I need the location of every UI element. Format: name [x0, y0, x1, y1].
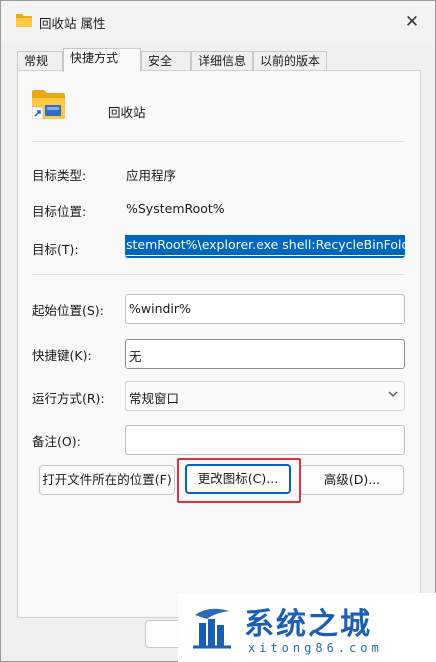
- change-icon-button[interactable]: 更改图标(C)...: [185, 464, 291, 494]
- watermark: 系统之城 xitong86.com: [178, 593, 436, 662]
- advanced-button[interactable]: 高级(D)...: [300, 465, 404, 495]
- open-file-location-button[interactable]: 打开文件所在的位置(F): [39, 465, 175, 495]
- target-label: 目标(T):: [32, 242, 79, 257]
- target-location-label: 目标位置:: [32, 204, 87, 219]
- tab-shortcut[interactable]: 快捷方式: [63, 48, 141, 72]
- open-file-location-label: 打开文件所在的位置(F): [42, 472, 172, 487]
- close-button[interactable]: ✕: [401, 11, 423, 33]
- target-location-value: %SystemRoot%: [126, 201, 225, 216]
- site-logo-icon: [193, 608, 231, 649]
- shortcut-panel: 回收站 目标类型: 应用程序 目标位置: %SystemRoot% 目标(T):…: [17, 70, 421, 618]
- properties-window: 回收站 属性 ✕ 常规 快捷方式 安全 详细信息 以前的版本 回收站 目标类型:…: [0, 0, 436, 662]
- watermark-url: xitong86.com: [248, 641, 383, 655]
- change-icon-label: 更改图标(C)...: [197, 471, 279, 486]
- advanced-label: 高级(D)...: [323, 472, 381, 487]
- target-type-label: 目标类型:: [32, 168, 87, 183]
- start-in-input[interactable]: %windir%: [125, 294, 405, 324]
- target-type-value: 应用程序: [126, 168, 177, 183]
- shortcut-name: 回收站: [108, 105, 146, 120]
- start-in-label: 起始位置(S):: [32, 303, 104, 318]
- close-icon: ✕: [404, 12, 420, 32]
- target-input[interactable]: stemRoot%\explorer.exe shell:RecycleBinF…: [125, 232, 405, 258]
- recycle-bin-shortcut-icon: [32, 90, 65, 119]
- watermark-title: 系统之城: [244, 607, 372, 642]
- target-input-selected-text: stemRoot%\explorer.exe shell:RecycleBinF…: [125, 235, 405, 255]
- tab-previous-versions[interactable]: 以前的版本: [253, 51, 327, 71]
- title-bar[interactable]: 回收站 属性 ✕: [1, 1, 435, 43]
- run-select[interactable]: 常规窗口: [125, 381, 405, 411]
- tab-security[interactable]: 安全: [141, 51, 191, 71]
- run-label: 运行方式(R):: [32, 391, 105, 406]
- separator: [32, 274, 404, 275]
- comment-label: 备注(O):: [32, 434, 81, 449]
- chevron-down-icon: [388, 388, 398, 401]
- folder-icon: [16, 14, 32, 27]
- run-value: 常规窗口: [129, 391, 180, 406]
- hotkey-input[interactable]: 无: [125, 339, 405, 369]
- start-in-value: %windir%: [129, 301, 191, 316]
- hotkey-value: 无: [129, 349, 142, 364]
- tab-general[interactable]: 常规: [17, 51, 63, 71]
- window-title: 回收站 属性: [39, 16, 106, 31]
- hotkey-label: 快捷键(K):: [32, 348, 92, 363]
- tab-details[interactable]: 详细信息: [191, 51, 253, 71]
- comment-input[interactable]: [125, 425, 405, 455]
- separator: [32, 141, 404, 142]
